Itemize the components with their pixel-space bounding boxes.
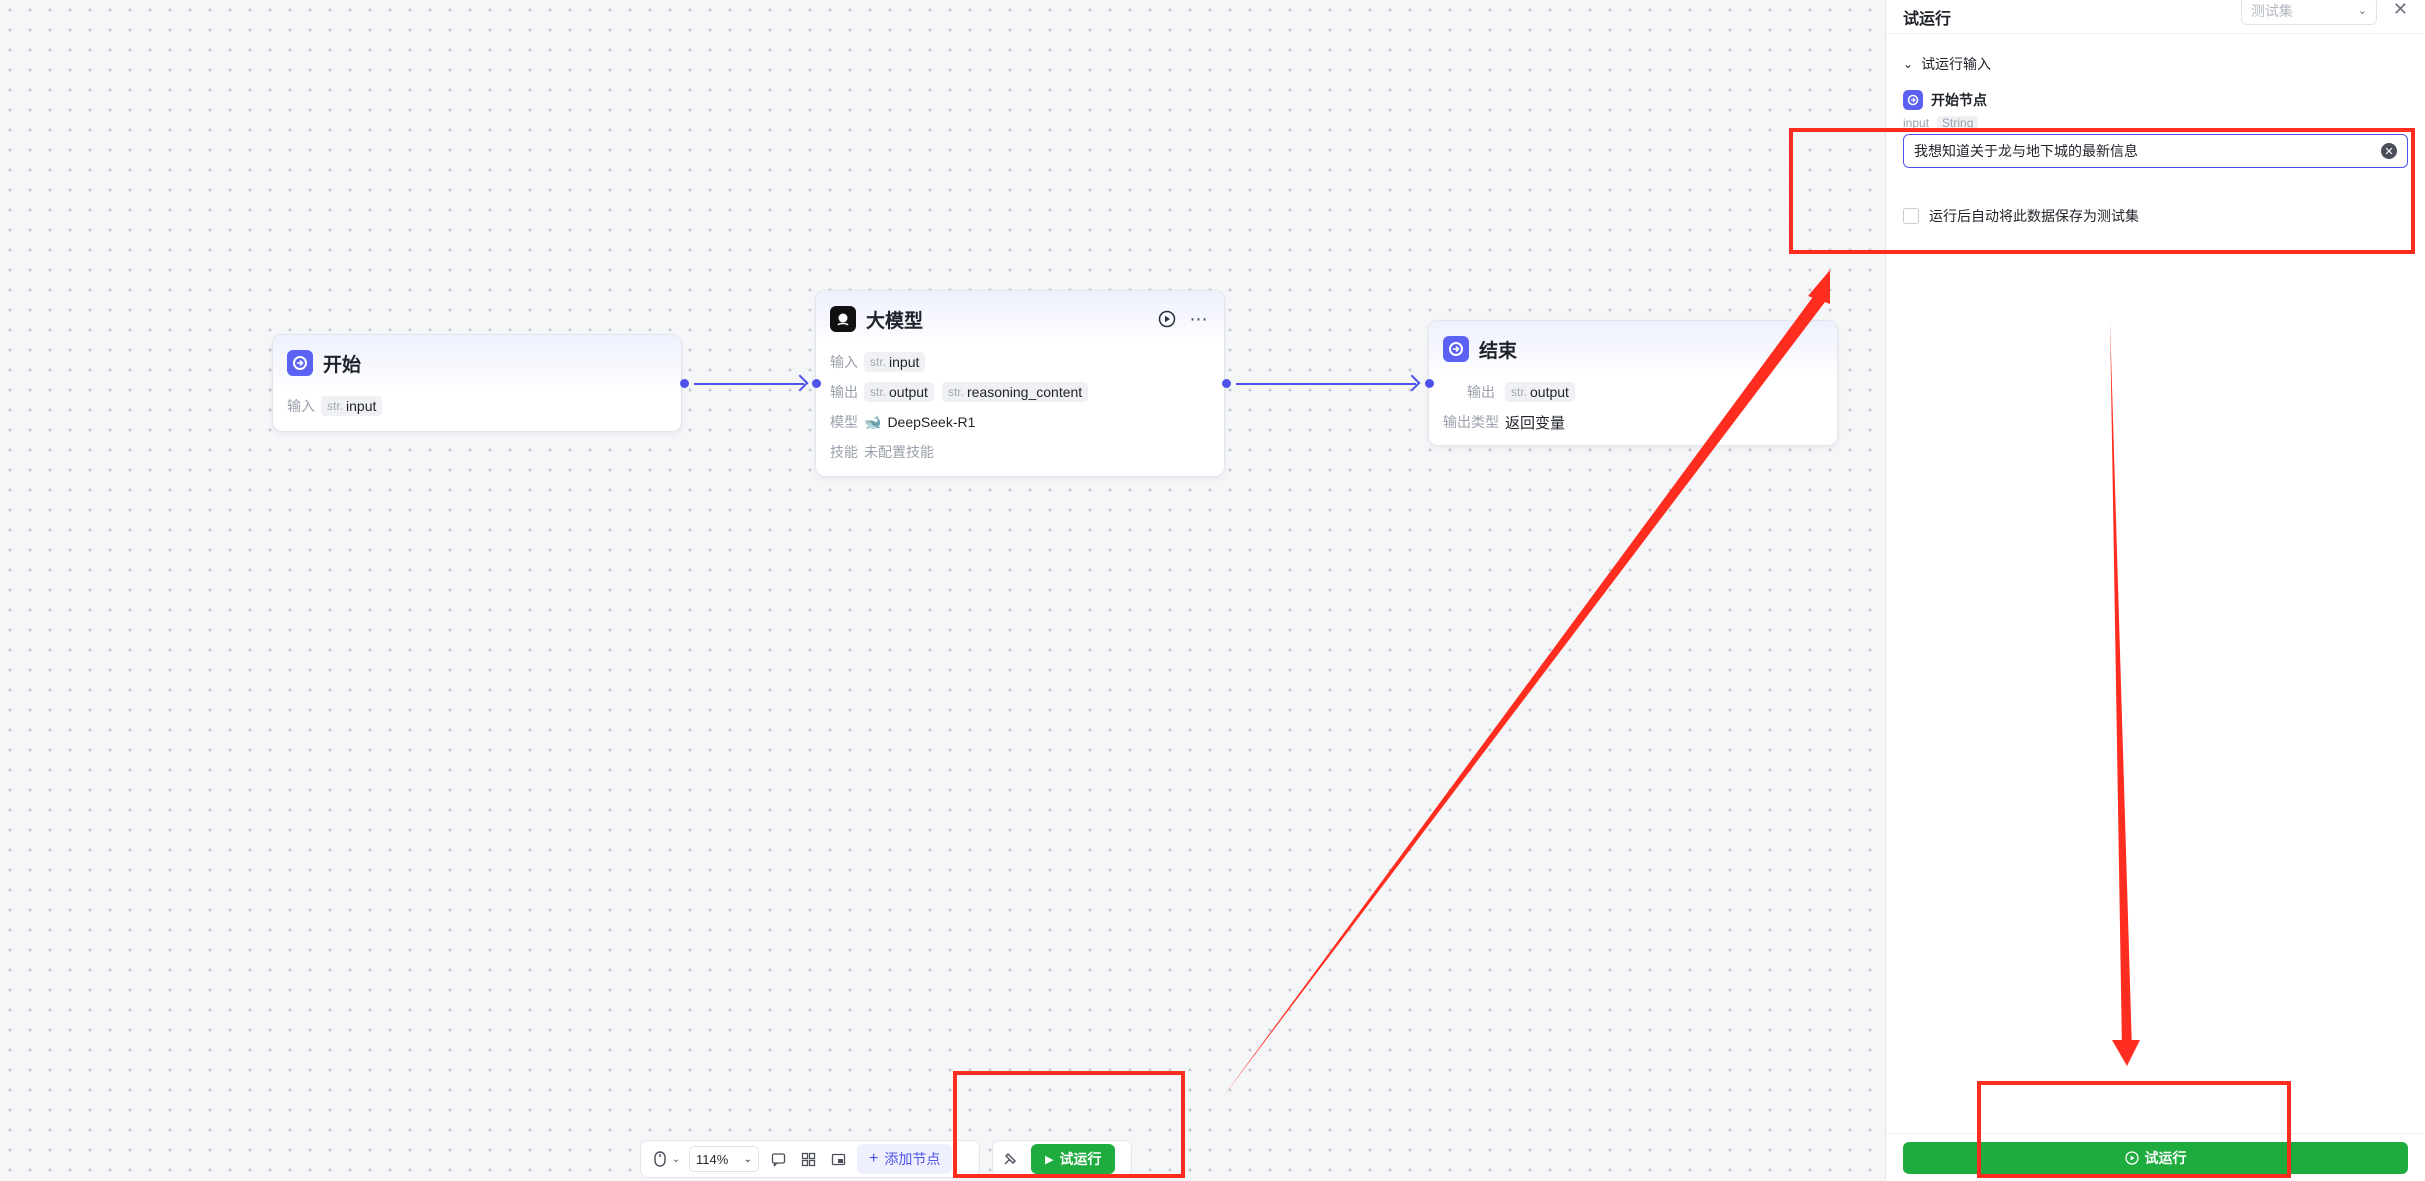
llm-output-tag: str. reasoning_content [941,382,1089,402]
start-node-icon [287,350,313,376]
start-input-label: 输入 [287,398,315,414]
deepseek-icon: 🐋 [864,413,882,430]
start-input-tag: str. input [321,396,383,416]
llm-input-row: 输入 str. input [816,347,1224,377]
more-icon[interactable]: ⋯ [1188,308,1210,330]
start-node[interactable]: 开始 输入 str. input [272,334,682,432]
var-type: str. [870,355,887,369]
annotation-box-panel-run [1977,1081,2291,1178]
llm-in-port[interactable] [812,379,821,388]
minimap-icon[interactable] [827,1148,849,1170]
llm-node-title: 大模型 [866,310,924,332]
var-name: output [1530,384,1569,400]
chevron-down-icon: ⌄ [743,1153,752,1165]
llm-input-label: 输入 [830,354,858,370]
llm-out-port[interactable] [1222,379,1231,388]
end-output-row: 输出 str. output [1429,377,1837,407]
var-name: input [346,398,377,414]
chevron-down-icon: ⌄ [1903,57,1914,71]
llm-node-header: 大模型 ⋯ [816,291,1224,347]
var-type: str. [1511,385,1528,399]
llm-model-label: 模型 [830,414,858,430]
var-type: str. [870,385,887,399]
llm-output-tag: str. output [864,382,934,402]
end-output-tag: str. output [1505,382,1575,402]
end-node-header: 结束 [1429,321,1837,377]
llm-output-row: 输出 str. output str. reasoning_content [816,377,1224,407]
var-name: output [889,384,928,400]
start-out-port[interactable] [680,379,689,388]
start-node-heading: 开始节点 [1903,90,2408,110]
annotation-box-canvas-run [953,1071,1185,1178]
llm-output-label: 输出 [830,384,858,400]
end-output-kind-value: 返回变量 [1505,414,1566,432]
llm-model-row: 模型 🐋 DeepSeek-R1 [816,407,1224,437]
end-output-label: 输出 [1467,384,1495,400]
section-toggle[interactable]: ⌄ 试运行输入 [1903,54,2408,74]
play-icon[interactable] [1156,308,1178,330]
add-node-label: 添加节点 [884,1151,941,1167]
edge-llm-end [1236,383,1416,385]
var-type: str. [947,385,964,399]
add-node-button[interactable]: + 添加节点 [857,1144,953,1174]
plus-icon: + [869,1150,879,1167]
var-type: str. [327,399,344,413]
mouse-mode-icon[interactable] [649,1148,671,1170]
zoom-value: 114% [696,1151,729,1167]
end-node-icon [1443,336,1469,362]
end-in-port[interactable] [1425,379,1434,388]
zoom-select[interactable]: 114% ⌄ [689,1146,759,1172]
comment-icon[interactable] [767,1148,789,1170]
end-node[interactable]: 结束 输出 str. output 输出类型 返回变量 [1428,320,1838,446]
var-name: reasoning_content [966,384,1083,400]
start-node-label: 开始节点 [1931,92,1987,108]
section-title: 试运行输入 [1921,56,1992,72]
start-node-input-row: 输入 str. input [273,391,681,421]
llm-node-icon [830,306,856,332]
annotation-box-input [1789,128,2415,254]
panel-header: 试运行 测试集 ⌄ ✕ [1886,0,2425,34]
end-output-kind-label: 输出类型 [1443,414,1499,430]
start-node-icon [1903,90,1923,110]
end-output-kind-row: 输出类型 返回变量 [1429,407,1837,437]
llm-model-name: DeepSeek-R1 [887,414,976,430]
llm-skill-row: 技能 未配置技能 [816,437,1224,467]
testset-placeholder: 测试集 [2250,2,2293,19]
var-name: input [889,354,920,370]
chevron-down-icon: ⌄ [2357,5,2367,17]
end-node-title: 结束 [1479,340,1518,362]
llm-input-tag: str. input [864,352,926,372]
workflow-canvas[interactable]: 开始 输入 str. input 大模型 ⋯ 输入 str. input 输出 st… [0,0,1885,1181]
testset-select[interactable]: 测试集 ⌄ [2240,0,2377,25]
edge-start-llm [694,383,804,385]
chevron-down-icon[interactable]: ⌄ [671,1148,681,1170]
start-node-title: 开始 [323,354,362,376]
layout-icon[interactable] [797,1148,819,1170]
close-icon[interactable]: ✕ [2393,0,2408,20]
start-node-header: 开始 [273,335,681,391]
panel-title: 试运行 [1903,10,1952,28]
canvas-toolbar: ⌄ 114% ⌄ + 添加节点 [640,1140,980,1178]
llm-skill-value: 未配置技能 [864,444,934,460]
llm-skill-label: 技能 [830,444,858,460]
llm-node[interactable]: 大模型 ⋯ 输入 str. input 输出 str. output str. rea… [815,290,1225,477]
